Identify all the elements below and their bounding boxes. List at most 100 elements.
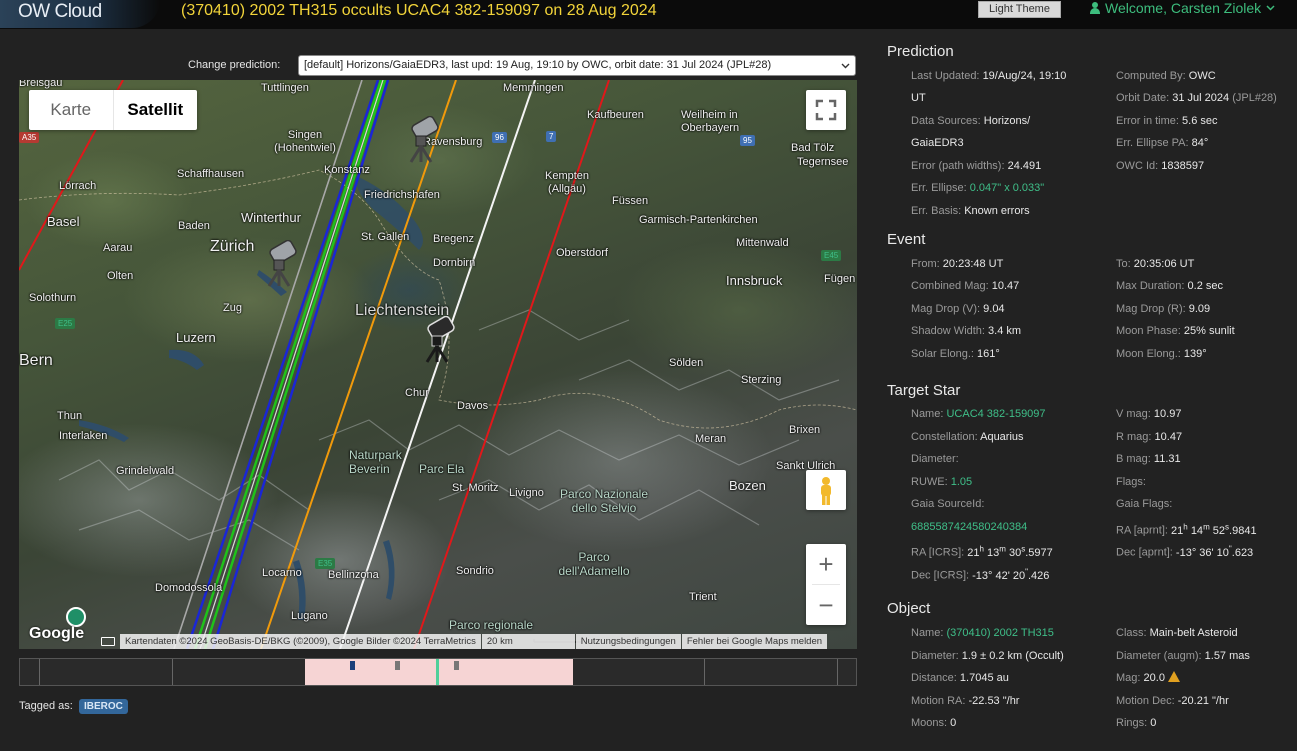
map-attribution: Kartendaten ©2024 GeoBasis-DE/BKG (©2009… [119,634,857,649]
timeline-marker [395,661,400,670]
prediction-select[interactable]: [default] Horizons/GaiaEDR3, last upd: 1… [298,55,856,76]
user-menu[interactable]: Welcome, Carsten Ziolek [1090,0,1275,16]
gaia-source-id-row: 6885587424580240384 [911,516,1027,539]
last-updated-row: Last Updated: 19/Aug/24, 19:10 [911,70,1067,82]
gaia-source-label-row: Gaia SourceId: [911,498,985,510]
report-error-link[interactable]: Fehler bei Google Maps melden [681,634,828,649]
star-name-row: Name: UCAC4 382-159097 [911,408,1046,420]
place-label: Sondrio [456,565,494,577]
place-label: Konstanz [324,164,370,176]
warning-icon[interactable] [1168,671,1181,682]
country-border [19,169,857,429]
zoom-control: + − [806,544,846,625]
place-label: Baden [178,220,210,232]
place-label: Locarno [262,567,302,579]
light-theme-button[interactable]: Light Theme [978,1,1061,18]
road-shield: E25 [55,318,76,329]
ow-cloud-logo[interactable]: OW Cloud [0,0,160,28]
map-terrain-and-paths [19,80,857,649]
ruwe-row: RUWE: 1.05 [911,476,973,488]
change-prediction-label: Change prediction: [188,59,281,71]
err-ellipse-row: Err. Ellipse: 0.047" x 0.033" [911,182,1045,194]
place-label: Meran [695,433,727,445]
place-label: Lörrach [59,180,97,192]
place-label: Parc Ela [419,462,465,476]
place-label: Thun [57,410,83,422]
place-label: Oberstdorf [556,247,608,259]
place-label: Trient [689,591,717,603]
place-label: Bregenz [433,233,474,245]
telescope-marker[interactable] [261,240,299,288]
dec-icrs-row: Dec [ICRS]: -13° 42' 20".426 [911,567,1050,582]
place-label: Füssen [612,195,649,207]
place-label: Friedrichshafen [364,189,440,201]
chevron-down-icon [841,56,850,75]
place-label: Weilheim in Oberbayern [681,109,740,134]
place-label: Memmingen [503,82,564,94]
star-name-link[interactable]: UCAC4 382-159097 [946,408,1045,420]
motion-ra-row: Motion RA: -22.53 "/hr [911,695,1020,707]
fullscreen-button[interactable] [806,90,846,130]
gaia-source-id-link[interactable]: 6885587424580240384 [911,521,1027,533]
telescope-marker[interactable] [403,116,441,164]
place-label: Grindelwald [116,465,175,477]
place-label: St. Gallen [361,231,410,243]
place-label: Parco Nazionale dello Stelvio [559,487,649,515]
last-updated-row-cont: UT [911,92,926,104]
place-label: Zug [223,302,242,314]
place-label: Olten [107,270,134,282]
map-type-satellit[interactable]: Satellit [114,90,198,130]
timeline-tick [172,659,173,685]
road-shield: 7 [546,131,557,142]
place-label: Bern [19,352,53,369]
place-label: Singen (Hohentwiel) [274,129,336,154]
tag-badge[interactable]: IBEROC [79,699,128,714]
constellation-row: Constellation: Aquarius [911,431,1024,443]
street-view-pegman-button[interactable] [806,470,846,510]
place-label: Sölden [669,357,704,369]
event-heading: Event [887,231,926,248]
place-label: Tuttlingen [261,82,309,94]
event-to-row: To: 20:35:06 UT [1116,258,1195,270]
road-shield: E45 [821,250,842,261]
place-label: Breisgau [19,80,63,89]
place-label: Winterthur [241,210,301,225]
road-shield: 96 [492,132,507,143]
flags-row: Flags: [1116,476,1146,488]
star-bmag-row: B mag: 11.31 [1116,453,1181,465]
combined-mag-row: Combined Mag: 10.47 [911,280,1020,292]
map-scale-label[interactable]: 20 km [481,634,575,649]
event-timeline[interactable] [19,658,857,686]
dec-aprnt-row: Dec [aprnt]: -13° 36' 10".623 [1116,544,1254,559]
map-type-karte[interactable]: Karte [29,90,114,130]
prediction-heading: Prediction [887,43,954,60]
place-label: Solothurn [29,292,77,304]
terms-link[interactable]: Nutzungsbedingungen [575,634,681,649]
place-label: Interlaken [59,430,108,442]
place-label: Bozen [729,478,766,493]
object-name-link[interactable]: (370410) 2002 TH315 [946,627,1053,639]
place-label: Dornbirn [433,257,476,269]
place-label: Tegernsee [797,156,849,168]
orbit-date-row: Orbit Date: 31 Jul 2024 (JPL#28) [1116,92,1277,104]
keyboard-shortcuts-icon[interactable] [101,637,115,646]
place-label: Garmisch-Partenkirchen [639,214,758,226]
place-label: Bellinzona [328,569,379,581]
data-sources-row-cont: GaiaEDR3 [911,137,964,149]
computed-by-row: Computed By: OWC [1116,70,1216,82]
pegman-icon [821,477,831,505]
object-distance-row: Distance: 1.7045 au [911,672,1009,684]
err-ellipse-link[interactable]: 0.047" x 0.033" [970,182,1044,194]
mag-drop-r-row: Mag Drop (R): 9.09 [1116,303,1211,315]
zoom-in-button[interactable]: + [806,544,846,584]
shadow-width-row: Shadow Width: 3.4 km [911,325,1022,337]
zoom-out-button[interactable]: − [806,585,846,625]
mountain-icon [66,607,86,627]
place-label: Naturpark Beverin [349,448,402,476]
occultation-map[interactable]: Breisgau Tuttlingen Memmingen Singen (Ho… [19,80,857,649]
err-ellipse-pa-row: Err. Ellipse PA: 84° [1116,137,1209,149]
object-diameter-row: Diameter: 1.9 ± 0.2 km (Occult) [911,650,1064,662]
place-label: Innsbruck [726,273,783,288]
telescope-marker[interactable] [419,316,457,364]
place-label: St. Moritz [452,482,499,494]
